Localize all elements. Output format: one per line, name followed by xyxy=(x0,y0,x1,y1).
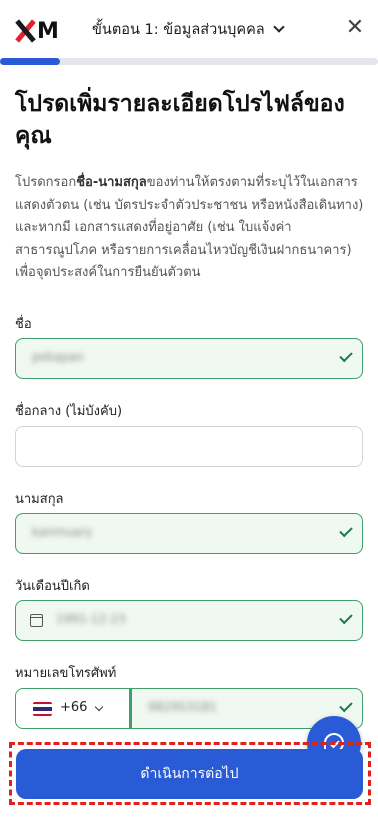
x-mark-icon xyxy=(14,19,36,43)
chevron-down-icon xyxy=(272,21,285,33)
last-name-field[interactable]: kanmuary xyxy=(15,513,363,554)
last-name-value: kanmuary xyxy=(32,525,93,539)
check-icon xyxy=(339,348,353,363)
dob-label: วันเดือนปีเกิด xyxy=(15,579,90,594)
last-name-label: นามสกุล xyxy=(15,492,64,507)
check-icon xyxy=(339,610,353,625)
phone-number-value: 982953181 xyxy=(148,700,217,714)
progress-bar xyxy=(0,58,378,65)
first-name-label: ชื่อ xyxy=(15,317,32,332)
step-label: ขั้นตอน 1: ข้อมูลส่วนบุคคล xyxy=(92,22,265,38)
page-title: โปรดเพิ่มรายละเอียดโปรไฟล์ของคุณ xyxy=(15,91,345,149)
middle-name-label: ชื่อกลาง (ไม่บังคับ) xyxy=(15,404,123,419)
first-name-field[interactable]: pekapan xyxy=(15,338,363,379)
phone-label: หมายเลขโทรศัพท์ xyxy=(15,666,117,681)
close-icon: ✕ xyxy=(345,15,365,40)
dob-field[interactable]: 1991-12-23 xyxy=(15,600,363,641)
middle-name-field[interactable] xyxy=(15,426,363,467)
country-code-select[interactable]: +66 xyxy=(15,688,130,729)
dob-value: 1991-12-23 xyxy=(56,612,126,626)
close-button[interactable]: ✕ xyxy=(343,16,367,40)
step-selector[interactable]: ขั้นตอน 1: ข้อมูลส่วนบุคคล xyxy=(92,18,285,41)
chevron-down-icon xyxy=(94,702,104,712)
thailand-flag-icon xyxy=(33,702,52,716)
xm-logo: M xyxy=(14,18,64,44)
continue-button[interactable]: ดำเนินการต่อไป xyxy=(16,749,363,799)
top-bar: M ขั้นตอน 1: ข้อมูลส่วนบุคคล ✕ xyxy=(0,0,378,58)
intro-text: โปรดกรอกชื่อ-นามสกุลของท่านให้ตรงตามที่ร… xyxy=(15,175,364,280)
progress-fill xyxy=(0,58,61,65)
calendar-icon xyxy=(30,614,43,627)
first-name-value: pekapan xyxy=(32,350,84,364)
check-icon xyxy=(339,698,353,713)
country-code-value: +66 xyxy=(60,700,88,715)
check-icon xyxy=(339,523,353,538)
